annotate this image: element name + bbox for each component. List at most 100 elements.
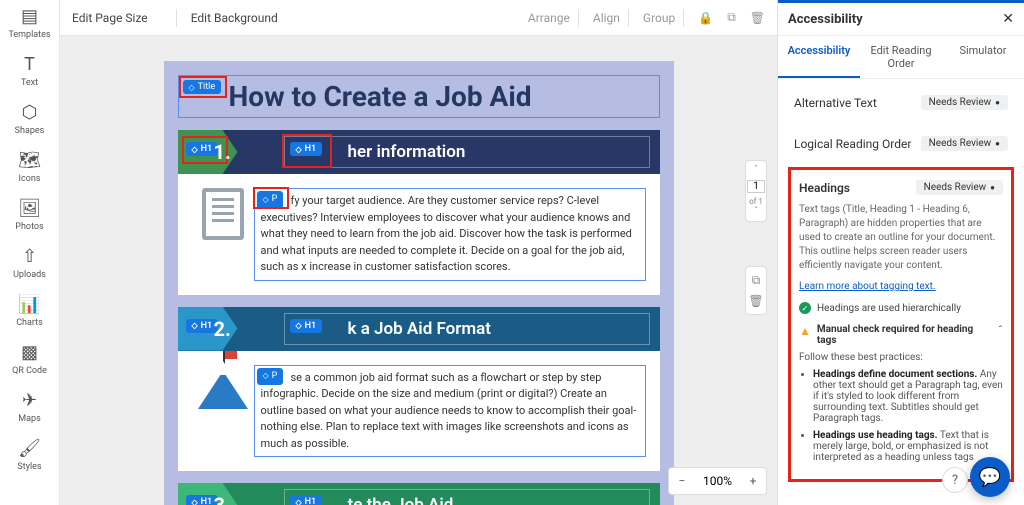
headings-section: Headings Needs Review Text tags (Title, … — [788, 167, 1014, 482]
section-body-1: P fy your target audience. Are they cust… — [178, 174, 660, 295]
page-title: How to Create a Job Aid — [229, 80, 651, 113]
chevron-up-icon[interactable]: ˆ — [998, 324, 1003, 337]
arrange-button[interactable]: Arrange — [528, 11, 570, 25]
left-toolbar: ▤ Templates T Text ⬡ Shapes 🗺 Icons 🖼 Ph… — [0, 0, 60, 505]
reading-order-label: Logical Reading Order — [794, 137, 911, 151]
panel-content: Alternative Text Needs Review Logical Re… — [778, 79, 1024, 505]
paragraph-element[interactable]: P fy your target audience. Are they cust… — [254, 188, 646, 281]
copy-page-icon[interactable]: ⧉ — [752, 273, 761, 288]
alt-text-label: Alternative Text — [794, 96, 877, 110]
zoom-out-button[interactable]: − — [669, 468, 695, 494]
page-number-input[interactable]: 1 — [747, 180, 765, 193]
edit-page-size-button[interactable]: Edit Page Size — [72, 11, 148, 25]
accessibility-header: Accessibility ✕ — [778, 0, 1024, 36]
section-3[interactable]: H1 3. H1 te the Job Aid — [178, 483, 660, 505]
help-button[interactable]: ? — [942, 467, 968, 493]
practice-1-bold: Headings define document sections. — [813, 369, 977, 380]
accessibility-tabs: Accessibility Edit Reading Order Simulat… — [778, 36, 1024, 79]
manual-check-row[interactable]: ▲ Manual check required for heading tags… — [799, 324, 1003, 346]
close-icon[interactable]: ✕ — [1002, 11, 1014, 27]
chat-button[interactable]: 💬 — [970, 457, 1010, 497]
tool-shapes[interactable]: ⬡ Shapes — [15, 100, 45, 136]
follow-label: Follow these best practices: — [799, 352, 1003, 363]
paragraph-text: fy your target audience. Are they custom… — [261, 194, 632, 273]
accessibility-panel: Accessibility ✕ Accessibility Edit Readi… — [777, 0, 1024, 505]
uploads-icon: ⇧ — [17, 244, 41, 268]
tab-simulator[interactable]: Simulator — [942, 36, 1024, 78]
side-tools: ⧉ 🗑 — [745, 266, 767, 315]
title-tag: Title — [183, 80, 222, 94]
tool-styles[interactable]: 🖌 Styles — [17, 436, 41, 472]
p-tag: P — [257, 191, 284, 209]
section-2[interactable]: H1 2. H1 k a Job Aid Format P se a commo… — [178, 307, 660, 472]
delete-page-icon[interactable]: 🗑 — [748, 294, 763, 308]
edit-background-button[interactable]: Edit Background — [191, 11, 278, 25]
needs-review-badge: Needs Review — [916, 180, 1003, 195]
headings-label: Headings — [799, 181, 850, 195]
tool-maps[interactable]: ✈ Maps — [18, 388, 42, 424]
headings-row[interactable]: Headings Needs Review — [799, 180, 1003, 195]
qr-icon: ▩ — [18, 340, 42, 364]
divider — [176, 9, 177, 27]
p-tag: P — [257, 368, 284, 386]
templates-icon: ▤ — [17, 4, 41, 28]
styles-icon: 🖌 — [18, 436, 42, 460]
section-number: 3. — [214, 493, 231, 505]
learn-more-link[interactable]: Learn more about tagging text. — [799, 281, 1003, 292]
lock-icon[interactable]: 🔒 — [698, 11, 713, 25]
h1-tag: H1 — [290, 495, 323, 505]
divider — [683, 9, 684, 27]
header-subbox — [284, 313, 650, 345]
header-subbox — [284, 489, 650, 505]
tab-accessibility[interactable]: Accessibility — [778, 36, 860, 78]
tool-photos[interactable]: 🖼 Photos — [15, 196, 43, 232]
best-practices: Follow these best practices: Headings de… — [799, 352, 1003, 463]
alt-text-row[interactable]: Alternative Text Needs Review — [788, 85, 1014, 120]
reading-order-row[interactable]: Logical Reading Order Needs Review — [788, 126, 1014, 161]
icons-icon: 🗺 — [18, 148, 42, 172]
needs-review-badge: Needs Review — [921, 95, 1008, 110]
canvas[interactable]: Title How to Create a Job Aid H1 1. H1 h… — [164, 61, 674, 505]
paragraph-element[interactable]: P se a common job aid format such as a f… — [254, 365, 646, 458]
photos-icon: 🖼 — [18, 196, 42, 220]
manual-check-label: Manual check required for heading tags — [817, 324, 992, 346]
mountain-icon — [198, 365, 248, 409]
tool-charts[interactable]: 📊 Charts — [16, 292, 43, 328]
text-icon: T — [18, 52, 42, 76]
zoom-value[interactable]: 100% — [695, 474, 740, 488]
divider — [578, 9, 579, 27]
panel-title: Accessibility — [788, 12, 863, 27]
charts-icon: 📊 — [17, 292, 41, 316]
check-ok-icon: ✓ — [799, 302, 811, 314]
tool-qr-code[interactable]: ▩ QR Code — [12, 340, 47, 376]
title-element[interactable]: Title How to Create a Job Aid — [178, 75, 660, 118]
section-header-3: H1 3. H1 te the Job Aid — [178, 483, 660, 505]
tool-icons[interactable]: 🗺 Icons — [18, 148, 42, 184]
document-icon — [202, 188, 244, 240]
tool-text[interactable]: T Text — [18, 52, 42, 88]
main-area: Edit Page Size Edit Background Arrange A… — [60, 0, 777, 505]
page-up-button[interactable]: ˆ — [746, 165, 766, 176]
align-button[interactable]: Align — [593, 11, 620, 25]
divider — [628, 9, 629, 27]
tab-reading-order[interactable]: Edit Reading Order — [860, 36, 942, 78]
needs-review-badge: Needs Review — [921, 136, 1008, 151]
maps-icon: ✈ — [18, 388, 42, 412]
tool-templates[interactable]: ▤ Templates — [8, 4, 50, 40]
zoom-control: − 100% + — [668, 467, 767, 495]
delete-icon[interactable]: 🗑 — [750, 11, 765, 25]
page-indicator: ˆ 1 of 1 ˇ — [745, 160, 767, 222]
practice-2-bold: Headings use heading tags. — [813, 430, 938, 441]
section-1[interactable]: H1 1. H1 her information P fy your targe… — [178, 130, 660, 295]
h1-tag: H1 — [290, 319, 323, 333]
check-hierarchical: ✓ Headings are used hierarchically — [799, 302, 1003, 314]
section-header-2: H1 2. H1 k a Job Aid Format — [178, 307, 660, 351]
group-button[interactable]: Group — [643, 11, 675, 25]
flag-icon — [223, 351, 225, 365]
copy-icon[interactable]: ⧉ — [727, 10, 736, 25]
tool-uploads[interactable]: ⇧ Uploads — [13, 244, 46, 280]
section-header-1: H1 1. H1 her information — [178, 130, 660, 174]
page-down-button[interactable]: ˇ — [746, 206, 766, 217]
warning-icon: ▲ — [799, 324, 811, 338]
zoom-in-button[interactable]: + — [740, 468, 766, 494]
